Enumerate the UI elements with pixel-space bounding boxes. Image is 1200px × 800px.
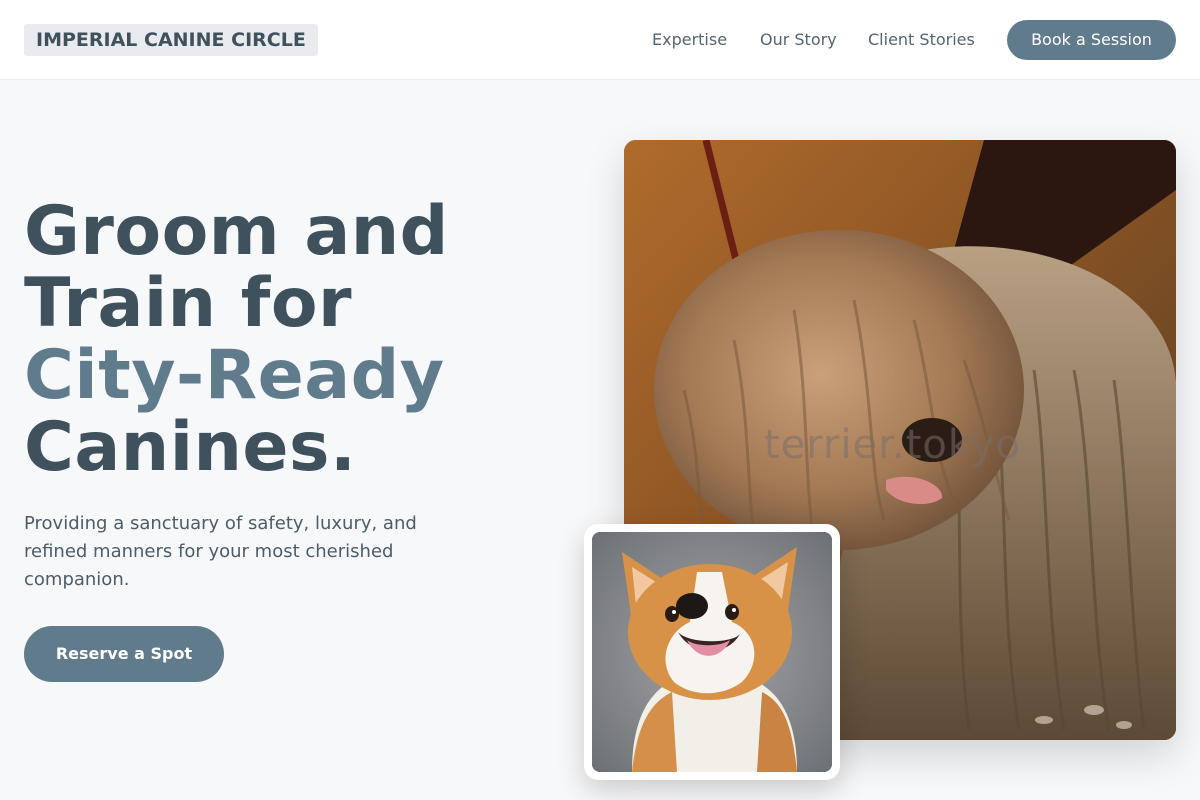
book-session-button[interactable]: Book a Session bbox=[1007, 20, 1176, 60]
hero-headline: Groom and Train for City-Ready Canines. bbox=[24, 196, 564, 484]
headline-line-2: Train for bbox=[24, 264, 353, 343]
hero-inset-photo bbox=[592, 532, 832, 772]
headline-accent-line: City-Ready bbox=[24, 336, 445, 415]
nav-link-expertise[interactable]: Expertise bbox=[652, 28, 727, 52]
brand-logo[interactable]: IMPERIAL CANINE CIRCLE bbox=[24, 24, 318, 56]
hero-inset-photo-frame bbox=[584, 524, 840, 780]
headline-line-1: Groom and bbox=[24, 192, 449, 271]
image-watermark: terrier.tokyo bbox=[764, 422, 1021, 468]
reserve-spot-button[interactable]: Reserve a Spot bbox=[24, 626, 224, 682]
nav-link-our-story[interactable]: Our Story bbox=[760, 28, 837, 52]
site-header: IMPERIAL CANINE CIRCLE Expertise Our Sto… bbox=[0, 0, 1200, 80]
hero-subtext: Providing a sanctuary of safety, luxury,… bbox=[24, 513, 417, 590]
nav-link-client-stories[interactable]: Client Stories bbox=[868, 28, 975, 52]
corgi-dog-image bbox=[592, 532, 832, 772]
headline-line-4: Canines. bbox=[24, 408, 357, 487]
